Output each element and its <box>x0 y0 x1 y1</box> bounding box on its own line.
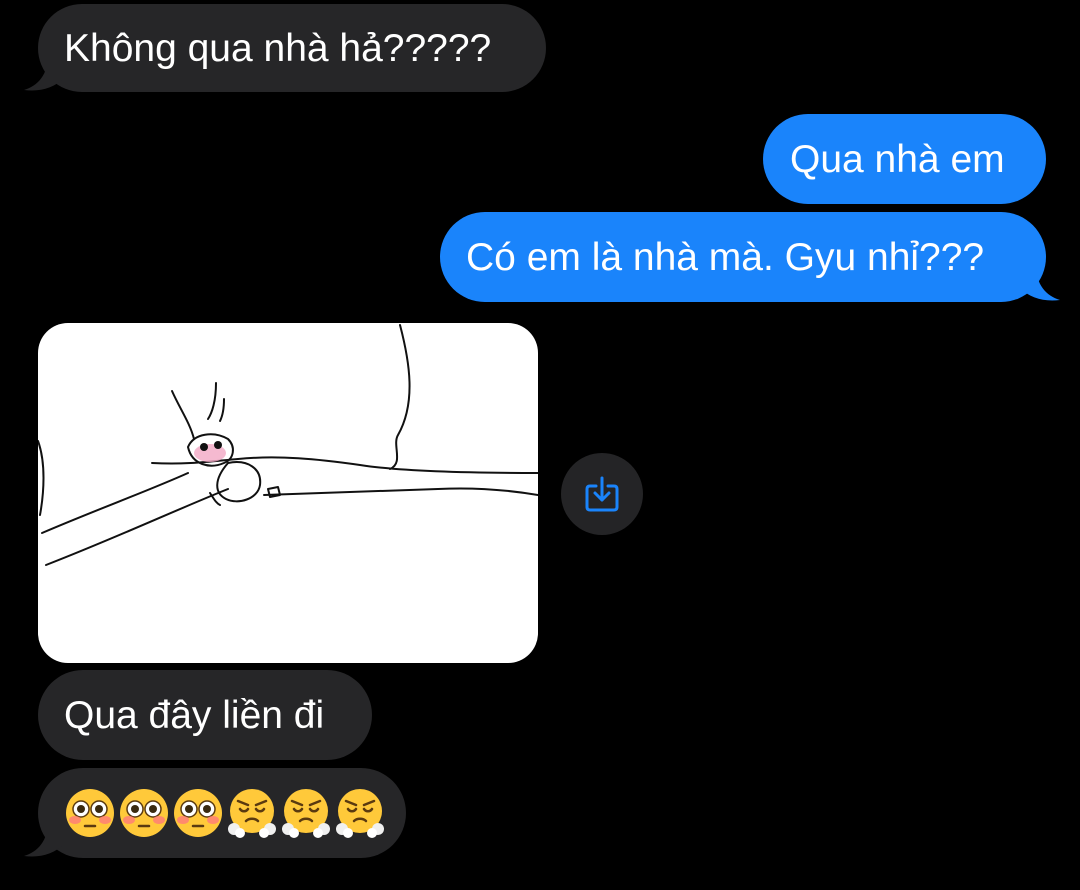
message-bubble-incoming[interactable]: Không qua nhà hả????? <box>24 4 546 92</box>
message-bubble-outgoing[interactable]: Có em là nhà mà. Gyu nhỉ??? <box>440 212 1060 302</box>
message-text: Có em là nhà mà. Gyu nhỉ??? <box>466 235 985 279</box>
message-bubble-incoming[interactable] <box>24 768 406 858</box>
message-text: Không qua nhà hả????? <box>64 26 492 70</box>
face-with-steam-from-nose-icon <box>228 789 276 838</box>
drawing-image <box>38 324 538 566</box>
bubble-tail <box>24 822 64 857</box>
face-with-steam-from-nose-icon <box>336 789 384 838</box>
flushed-face-icon <box>120 789 168 837</box>
emoji-row <box>64 787 386 839</box>
message-bubble-incoming[interactable]: Qua đây liền đi <box>38 670 372 760</box>
message-text: Qua nhà em <box>790 137 1005 181</box>
face-with-steam-from-nose-icon <box>282 789 330 838</box>
save-to-device-icon <box>585 476 619 512</box>
message-bubble-outgoing[interactable]: Qua nhà em <box>763 114 1046 204</box>
flushed-face-icon <box>174 789 222 837</box>
image-attachment[interactable] <box>38 323 538 663</box>
flushed-face-icon <box>66 789 114 837</box>
message-text: Qua đây liền đi <box>64 693 325 737</box>
bubble-tail <box>24 56 64 91</box>
save-image-button[interactable] <box>561 453 643 535</box>
bubble-tail <box>1020 266 1060 301</box>
